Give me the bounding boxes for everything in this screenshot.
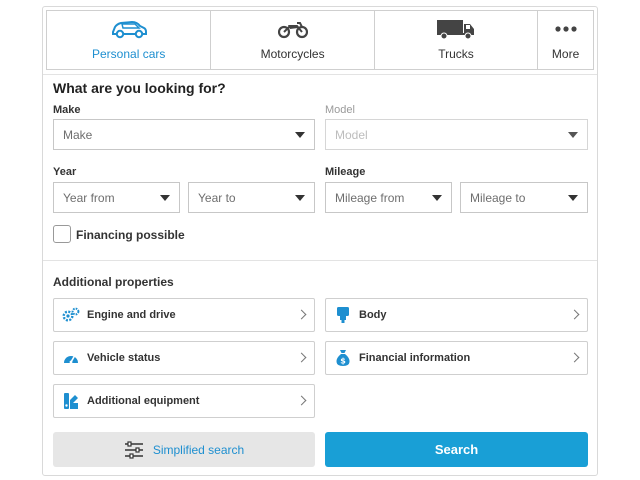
additional-properties-heading: Additional properties (53, 275, 174, 289)
year-label: Year (53, 166, 77, 178)
tab-more[interactable]: More (538, 11, 593, 69)
make-label: Make (53, 104, 81, 116)
model-label: Model (325, 104, 355, 116)
body-button[interactable]: Body (325, 298, 588, 332)
mileage-to-select[interactable]: Mileage to (460, 182, 588, 213)
tab-personal-cars[interactable]: Personal cars (47, 11, 212, 69)
divider (43, 260, 597, 261)
financial-information-label: Financial information (359, 352, 471, 364)
tab-label: More (551, 47, 580, 61)
mileage-from-select[interactable]: Mileage from (325, 182, 452, 213)
tab-label: Personal cars (92, 47, 166, 61)
chevron-right-icon (296, 395, 307, 406)
chevron-right-icon (296, 309, 307, 320)
simplified-search-label: Simplified search (152, 442, 245, 457)
gears-icon (62, 306, 80, 324)
money-bag-icon: $ (334, 349, 352, 367)
make-select-value: Make (63, 127, 93, 142)
engine-and-drive-label: Engine and drive (87, 309, 176, 321)
model-select[interactable]: Model (325, 119, 588, 150)
model-select-value: Model (335, 127, 368, 142)
svg-text:$: $ (340, 357, 346, 366)
year-to-value: Year to (198, 190, 236, 205)
year-to-select[interactable]: Year to (188, 182, 315, 213)
more-dots-icon (554, 17, 577, 41)
additional-equipment-label: Additional equipment (87, 395, 200, 407)
car-icon (110, 17, 148, 41)
vehicle-status-button[interactable]: Vehicle status (53, 341, 315, 375)
chevron-down-icon (295, 195, 305, 201)
chevron-down-icon (568, 195, 578, 201)
form-heading: What are you looking for? (53, 80, 226, 96)
simplified-search-button[interactable]: Simplified search (53, 432, 315, 467)
chevron-down-icon (160, 195, 170, 201)
financial-information-button[interactable]: $ Financial information (325, 341, 588, 375)
financing-label[interactable]: Financing possible (76, 228, 185, 242)
financing-checkbox[interactable] (53, 225, 71, 243)
engine-and-drive-button[interactable]: Engine and drive (53, 298, 315, 332)
year-from-select[interactable]: Year from (53, 182, 180, 213)
mileage-label: Mileage (325, 166, 366, 178)
divider (43, 74, 597, 75)
search-button[interactable]: Search (325, 432, 588, 467)
tab-trucks[interactable]: Trucks (375, 11, 539, 69)
chevron-right-icon (569, 309, 580, 320)
car-body-icon (334, 306, 352, 324)
mileage-to-value: Mileage to (470, 190, 526, 205)
vehicle-status-label: Vehicle status (87, 352, 161, 364)
search-panel: Personal cars Motorcycles Trucks More Wh… (42, 6, 598, 476)
chevron-down-icon (568, 132, 578, 138)
equipment-icon (62, 392, 80, 410)
truck-icon (436, 17, 476, 41)
chevron-down-icon (432, 195, 442, 201)
motorcycle-icon (277, 17, 308, 41)
tab-motorcycles[interactable]: Motorcycles (211, 11, 375, 69)
speedometer-icon (62, 349, 80, 367)
tab-label: Motorcycles (260, 47, 325, 61)
chevron-right-icon (569, 352, 580, 363)
body-label: Body (359, 309, 387, 321)
tab-label: Trucks (438, 47, 474, 61)
mileage-from-value: Mileage from (335, 190, 405, 205)
additional-equipment-button[interactable]: Additional equipment (53, 384, 315, 418)
chevron-right-icon (296, 352, 307, 363)
vehicle-type-tabs: Personal cars Motorcycles Trucks More (46, 10, 594, 70)
chevron-down-icon (295, 132, 305, 138)
year-from-value: Year from (63, 190, 115, 205)
make-select[interactable]: Make (53, 119, 315, 150)
sliders-icon (124, 440, 144, 459)
